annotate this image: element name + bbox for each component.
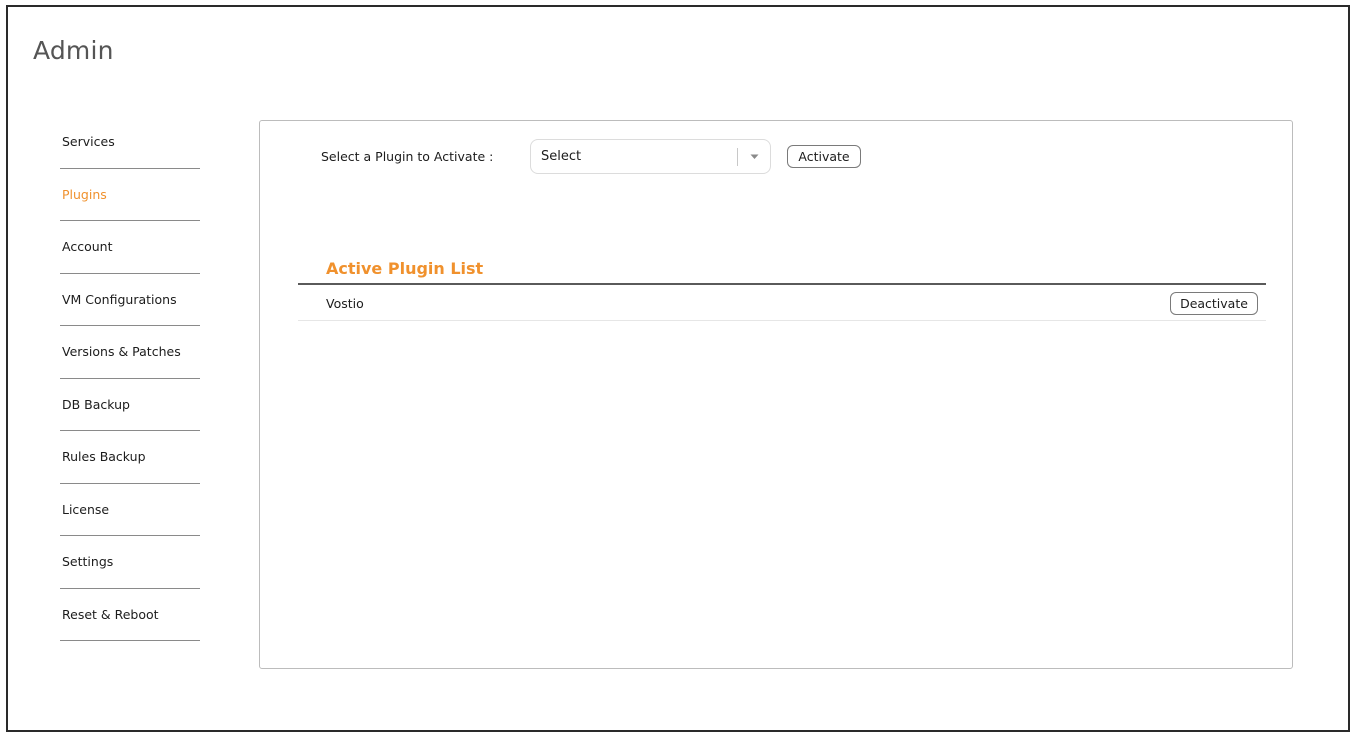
sidebar-item-versions-patches[interactable]: Versions & Patches [60,326,200,379]
sidebar-item-plugins[interactable]: Plugins [60,169,200,221]
sidebar: Services Plugins Account VM Configuratio… [60,116,200,641]
plugin-select[interactable]: Select [530,139,771,174]
select-divider [737,148,738,166]
page-title: Admin [33,36,114,65]
sidebar-item-settings[interactable]: Settings [60,536,200,589]
sidebar-item-vm-configurations[interactable]: VM Configurations [60,274,200,326]
activate-button[interactable]: Activate [787,145,861,168]
sidebar-item-label: Settings [62,554,114,569]
sidebar-item-label: VM Configurations [62,291,177,307]
plugins-panel [259,120,1293,669]
sidebar-item-reset-reboot[interactable]: Reset & Reboot [60,589,200,641]
sidebar-item-label: Reset & Reboot [62,606,159,622]
active-plugin-list-title: Active Plugin List [326,259,484,278]
sidebar-item-label: Rules Backup [62,449,146,464]
sidebar-item-label: Account [62,239,113,254]
sidebar-item-license[interactable]: License [60,484,200,536]
sidebar-item-label: Plugins [62,186,107,202]
sidebar-item-label: License [62,501,110,517]
sidebar-item-label: Services [62,134,115,149]
sidebar-item-services[interactable]: Services [60,116,200,169]
sidebar-item-label: DB Backup [62,396,130,412]
deactivate-button[interactable]: Deactivate [1170,292,1258,315]
sidebar-item-label: Versions & Patches [62,344,181,359]
sidebar-item-db-backup[interactable]: DB Backup [60,379,200,431]
list-item: Vostio Deactivate [298,285,1266,321]
plugin-select-label: Select a Plugin to Activate : [321,149,494,164]
sidebar-item-rules-backup[interactable]: Rules Backup [60,431,200,484]
plugin-name: Vostio [326,296,364,311]
sidebar-item-account[interactable]: Account [60,221,200,274]
chevron-down-icon[interactable] [747,148,761,166]
plugin-select-value: Select [541,149,582,164]
